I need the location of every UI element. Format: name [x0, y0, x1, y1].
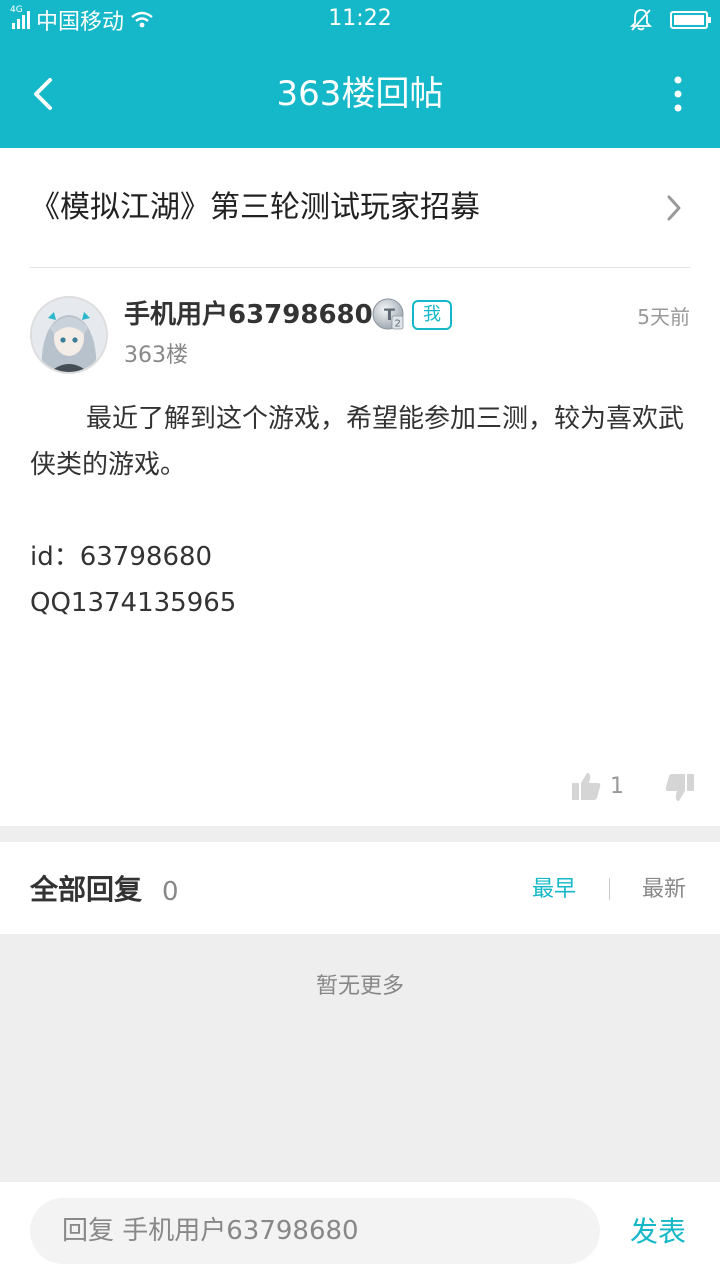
battery-icon	[670, 11, 711, 29]
thumbs-down-button[interactable]	[664, 772, 696, 804]
send-button[interactable]: 发表	[630, 1212, 686, 1252]
avatar-image	[32, 298, 106, 372]
level-badge-icon: T 2	[372, 298, 404, 330]
more-options-button[interactable]	[666, 74, 690, 114]
like-button[interactable]: 1	[570, 770, 624, 802]
post-line-qq: QQ1374135965	[30, 588, 237, 618]
sort-earliest-tab[interactable]: 最早	[532, 874, 576, 906]
chevron-right-icon	[667, 195, 681, 221]
thread-link[interactable]: 《模拟江湖》第三轮测试玩家招募	[30, 148, 690, 268]
battery-level	[674, 15, 704, 25]
empty-state-text: 暂无更多	[315, 974, 404, 999]
status-right	[630, 8, 711, 32]
sort-latest-tab[interactable]: 最新	[642, 874, 686, 906]
thumbs-up-icon	[572, 773, 601, 800]
thread-title: 《模拟江湖》第三轮测试玩家招募	[30, 190, 480, 225]
bell-off-icon	[630, 9, 652, 31]
like-count: 1	[610, 773, 624, 799]
replies-list: 暂无更多	[0, 934, 720, 1182]
nav-bar: 363楼回帖	[0, 40, 720, 148]
clock: 11:22	[328, 6, 392, 31]
replies-title: 全部回复	[30, 873, 143, 906]
post-content: 最近了解到这个游戏，希望能参加三测，较为喜欢武侠类的游戏。 id：6379868…	[30, 396, 690, 626]
floor-number: 363楼	[124, 343, 188, 368]
avatar[interactable]	[30, 296, 108, 374]
reply-bar: 发表	[0, 1182, 720, 1280]
replies-count: 0	[162, 877, 179, 907]
svg-text:2: 2	[395, 319, 401, 330]
status-bar: 4G 中国移动 11:22	[0, 0, 720, 40]
username[interactable]: 手机用户63798680	[124, 296, 373, 334]
page-title: 363楼回帖	[276, 74, 444, 114]
reply-input[interactable]	[30, 1198, 600, 1264]
post-time: 5天前	[637, 305, 690, 329]
section-divider	[0, 826, 720, 842]
post-line-id: id：63798680	[30, 542, 213, 572]
me-badge: 我	[412, 300, 452, 330]
post-paragraph: 最近了解到这个游戏，希望能参加三测，较为喜欢武侠类的游戏。	[30, 404, 685, 480]
sort-separator	[609, 878, 610, 900]
